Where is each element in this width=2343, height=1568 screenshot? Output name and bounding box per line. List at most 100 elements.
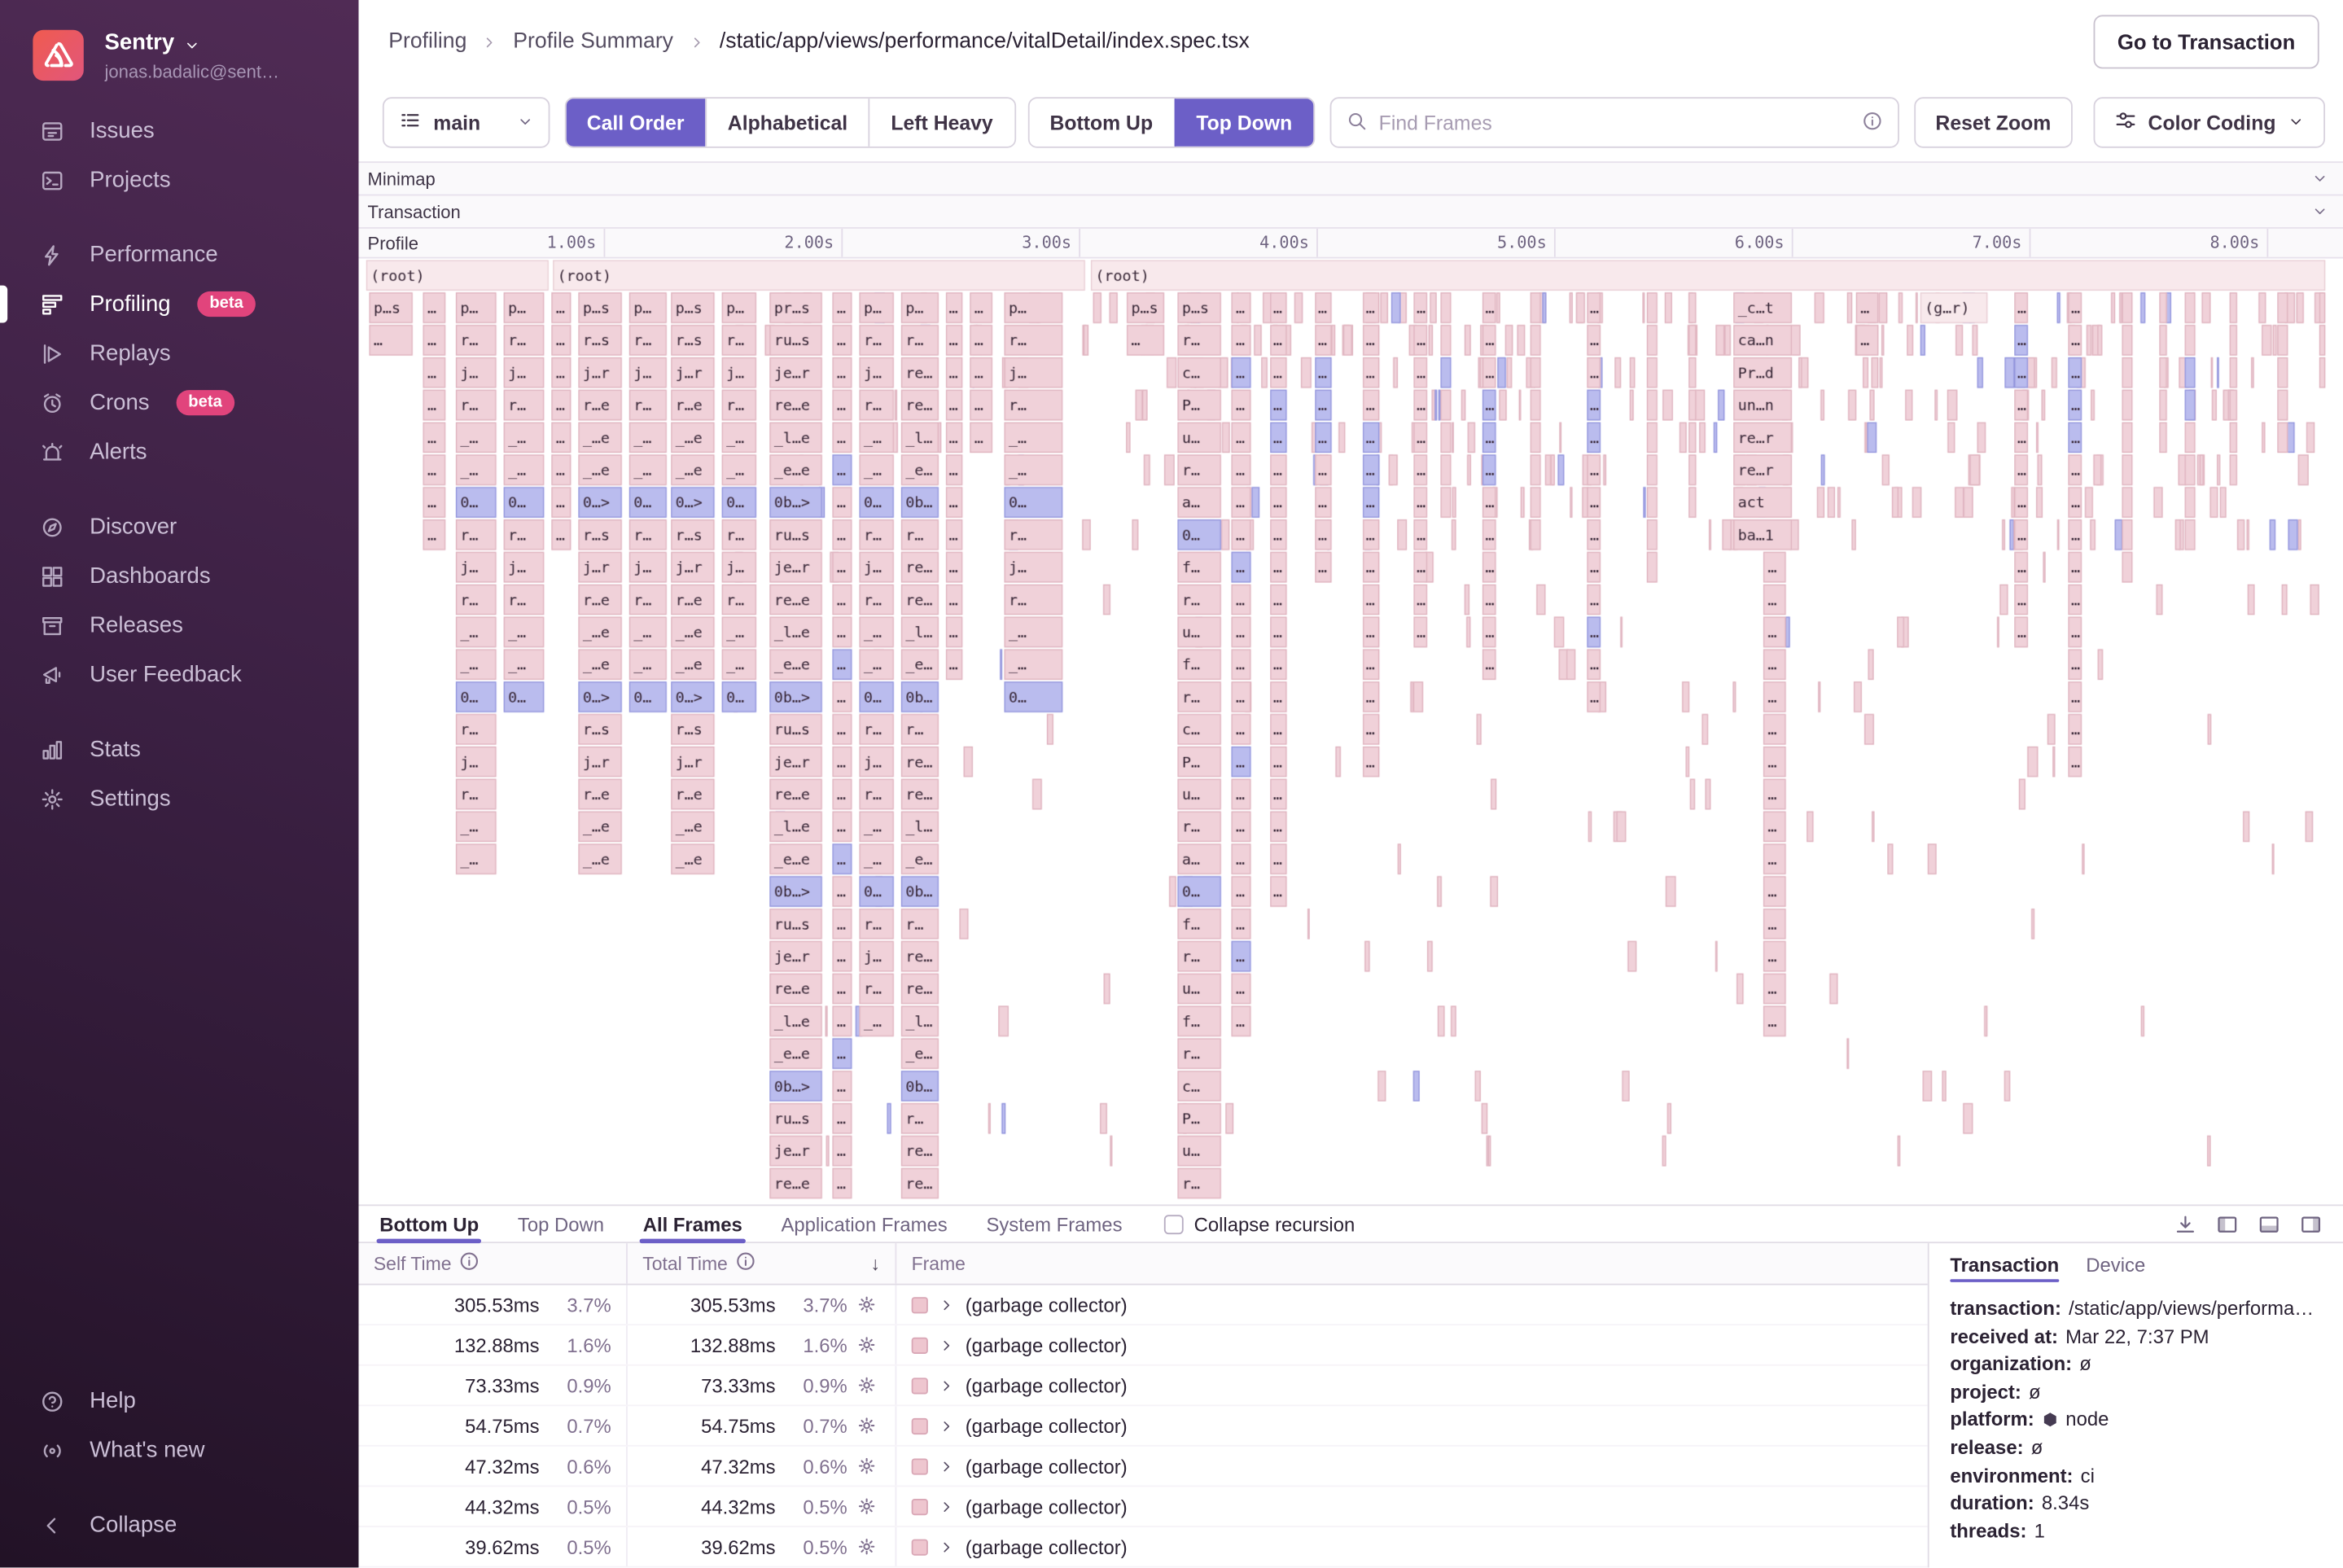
sidebar-item-alerts[interactable]: Alerts xyxy=(0,427,359,477)
frame-color-swatch xyxy=(912,1417,928,1434)
tab-bottom-up[interactable]: Bottom Up xyxy=(377,1206,482,1242)
transaction-label: Transaction xyxy=(368,201,461,222)
color-coding-label: Color Coding xyxy=(2148,112,2276,134)
flamegraph-canvas[interactable] xyxy=(359,259,2343,1205)
whatsnew-icon xyxy=(39,1437,66,1464)
go-to-transaction-button[interactable]: Go to Transaction xyxy=(2094,15,2319,68)
self-time-column-header[interactable]: Self Time xyxy=(359,1243,628,1284)
sidebar-item-label: Replays xyxy=(90,340,170,366)
collapse-recursion-toggle[interactable]: Collapse recursion xyxy=(1164,1213,1355,1236)
transaction-section-header[interactable]: Transaction xyxy=(359,195,2343,227)
frame-column-header[interactable]: Frame xyxy=(896,1243,1927,1284)
dashboards-icon xyxy=(39,563,66,589)
chevron-right-icon[interactable] xyxy=(939,1498,955,1514)
detail-field-received-at: received at:Mar 22, 7:37 PM xyxy=(1950,1324,2322,1351)
top-bar: Profiling Profile Summary /static/app/vi… xyxy=(359,0,2343,84)
frame-table-tabs: Bottom Up Top Down All Frames Application F… xyxy=(359,1204,2343,1243)
self-time-value: 73.33ms xyxy=(359,1374,540,1397)
gear-icon[interactable] xyxy=(847,1375,887,1396)
gear-icon[interactable] xyxy=(847,1294,887,1316)
breadcrumb-profile-summary[interactable]: Profile Summary xyxy=(513,30,673,54)
sidebar-item-what-s-new[interactable]: What's new xyxy=(0,1426,359,1475)
node-icon xyxy=(2042,1411,2060,1429)
search-input[interactable] xyxy=(1379,112,1850,134)
detail-field-platform: platform:node xyxy=(1950,1407,2322,1434)
checkbox[interactable] xyxy=(1164,1214,1184,1233)
frame-name: (garbage collector) xyxy=(966,1334,1128,1356)
sidebar-item-issues[interactable]: Issues xyxy=(0,106,359,155)
chevron-right-icon[interactable] xyxy=(939,1377,955,1393)
sidebar-item-discover[interactable]: Discover xyxy=(0,502,359,552)
chevron-right-icon[interactable] xyxy=(939,1417,955,1434)
axis-tick-label: 4.00s xyxy=(1259,229,1316,257)
detail-label: duration: xyxy=(1950,1491,2034,1514)
frame-table-row[interactable]: 54.75ms0.7%54.75ms0.7%(garbage collector… xyxy=(359,1406,1928,1447)
total-time-percent: 0.6% xyxy=(776,1455,847,1478)
detail-label: platform: xyxy=(1950,1408,2034,1431)
sidebar-item-crons[interactable]: Cronsbeta xyxy=(0,378,359,427)
frame-table-row[interactable]: 39.62ms0.5%39.62ms0.5%(garbage collector… xyxy=(359,1527,1928,1568)
frame-table-row[interactable]: 132.88ms1.6%132.88ms1.6%(garbage collect… xyxy=(359,1325,1928,1366)
total-time-column-header[interactable]: Total Time ↓ xyxy=(628,1243,896,1284)
sidebar-item-stats[interactable]: Stats xyxy=(0,725,359,774)
chevron-right-icon[interactable] xyxy=(939,1539,955,1555)
sidebar-item-profiling[interactable]: Profilingbeta xyxy=(0,279,359,329)
tab-system-frames[interactable]: System Frames xyxy=(983,1206,1125,1242)
panel-left-icon[interactable] xyxy=(2216,1213,2239,1236)
total-time-value: 305.53ms xyxy=(628,1294,776,1316)
direction-option-top-down[interactable]: Top Down xyxy=(1174,99,1313,147)
frame-table-row[interactable]: 305.53ms3.7%305.53ms3.7%(garbage collect… xyxy=(359,1285,1928,1326)
sort-option-call-order[interactable]: Call Order xyxy=(566,99,705,147)
tab-all-frames[interactable]: All Frames xyxy=(640,1206,745,1242)
color-coding-button[interactable]: Color Coding xyxy=(2093,97,2325,147)
chevron-right-icon[interactable] xyxy=(939,1337,955,1353)
gear-icon[interactable] xyxy=(847,1456,887,1477)
org-switcher[interactable]: Sentry jonas.badalic@sent… xyxy=(0,0,359,97)
tab-application-frames[interactable]: Application Frames xyxy=(778,1206,951,1242)
detail-value: ø xyxy=(2079,1352,2091,1375)
gear-icon[interactable] xyxy=(847,1334,887,1356)
bottom-panel: Self Time Total Time ↓ Frame 305.53ms 3.7… xyxy=(359,1243,2343,1567)
sidebar-item-performance[interactable]: Performance xyxy=(0,230,359,280)
total-time-percent: 0.5% xyxy=(776,1535,847,1558)
gear-icon[interactable] xyxy=(847,1415,887,1436)
thread-select[interactable]: main xyxy=(383,97,550,147)
reset-zoom-button[interactable]: Reset Zoom xyxy=(1915,97,2072,147)
sidebar-item-releases[interactable]: Releases xyxy=(0,601,359,650)
frame-name: (garbage collector) xyxy=(966,1495,1128,1518)
sidebar-item-label: Collapse xyxy=(90,1513,177,1538)
gear-icon[interactable] xyxy=(847,1496,887,1517)
panel-bottom-icon[interactable] xyxy=(2258,1213,2280,1236)
tab-top-down[interactable]: Top Down xyxy=(515,1206,607,1242)
axis-tick-line xyxy=(841,229,843,257)
axis-tick-line xyxy=(1079,229,1080,257)
direction-option-bottom-up[interactable]: Bottom Up xyxy=(1029,99,1174,147)
detail-value: 1 xyxy=(2034,1519,2045,1542)
chevron-right-icon[interactable] xyxy=(939,1296,955,1312)
chevron-right-icon[interactable] xyxy=(939,1458,955,1474)
sidebar-item-projects[interactable]: Projects xyxy=(0,155,359,205)
sidebar-item-collapse[interactable]: Collapse xyxy=(0,1500,359,1550)
details-tab-device[interactable]: Device xyxy=(2086,1243,2145,1285)
gear-icon[interactable] xyxy=(847,1536,887,1557)
sidebar-item-settings[interactable]: Settings xyxy=(0,774,359,824)
sidebar-item-user-feedback[interactable]: User Feedback xyxy=(0,650,359,699)
details-panel-body: transaction:/static/app/views/performanc… xyxy=(1929,1285,2343,1557)
self-time-percent: 3.7% xyxy=(540,1294,611,1316)
detail-field-transaction: transaction:/static/app/views/performanc… xyxy=(1950,1295,2322,1323)
minimap-section-header[interactable]: Minimap xyxy=(359,161,2343,194)
breadcrumb-profiling[interactable]: Profiling xyxy=(388,30,466,54)
sidebar-item-dashboards[interactable]: Dashboards xyxy=(0,551,359,601)
download-icon[interactable] xyxy=(2174,1213,2197,1236)
frame-table-row[interactable]: 73.33ms0.9%73.33ms0.9%(garbage collector… xyxy=(359,1366,1928,1407)
details-tab-transaction[interactable]: Transaction xyxy=(1950,1243,2059,1285)
panel-right-icon[interactable] xyxy=(2300,1213,2323,1236)
sort-option-left-heavy[interactable]: Left Heavy xyxy=(869,99,1014,147)
chevron-down-icon xyxy=(2312,170,2328,186)
frame-table-row[interactable]: 47.32ms0.6%47.32ms0.6%(garbage collector… xyxy=(359,1447,1928,1487)
sort-option-alphabetical[interactable]: Alphabetical xyxy=(705,99,869,147)
sidebar-item-help[interactable]: Help xyxy=(0,1376,359,1426)
total-time-percent: 1.6% xyxy=(776,1334,847,1356)
sidebar-item-replays[interactable]: Replays xyxy=(0,329,359,379)
frame-table-row[interactable]: 44.32ms0.5%44.32ms0.5%(garbage collector… xyxy=(359,1487,1928,1527)
